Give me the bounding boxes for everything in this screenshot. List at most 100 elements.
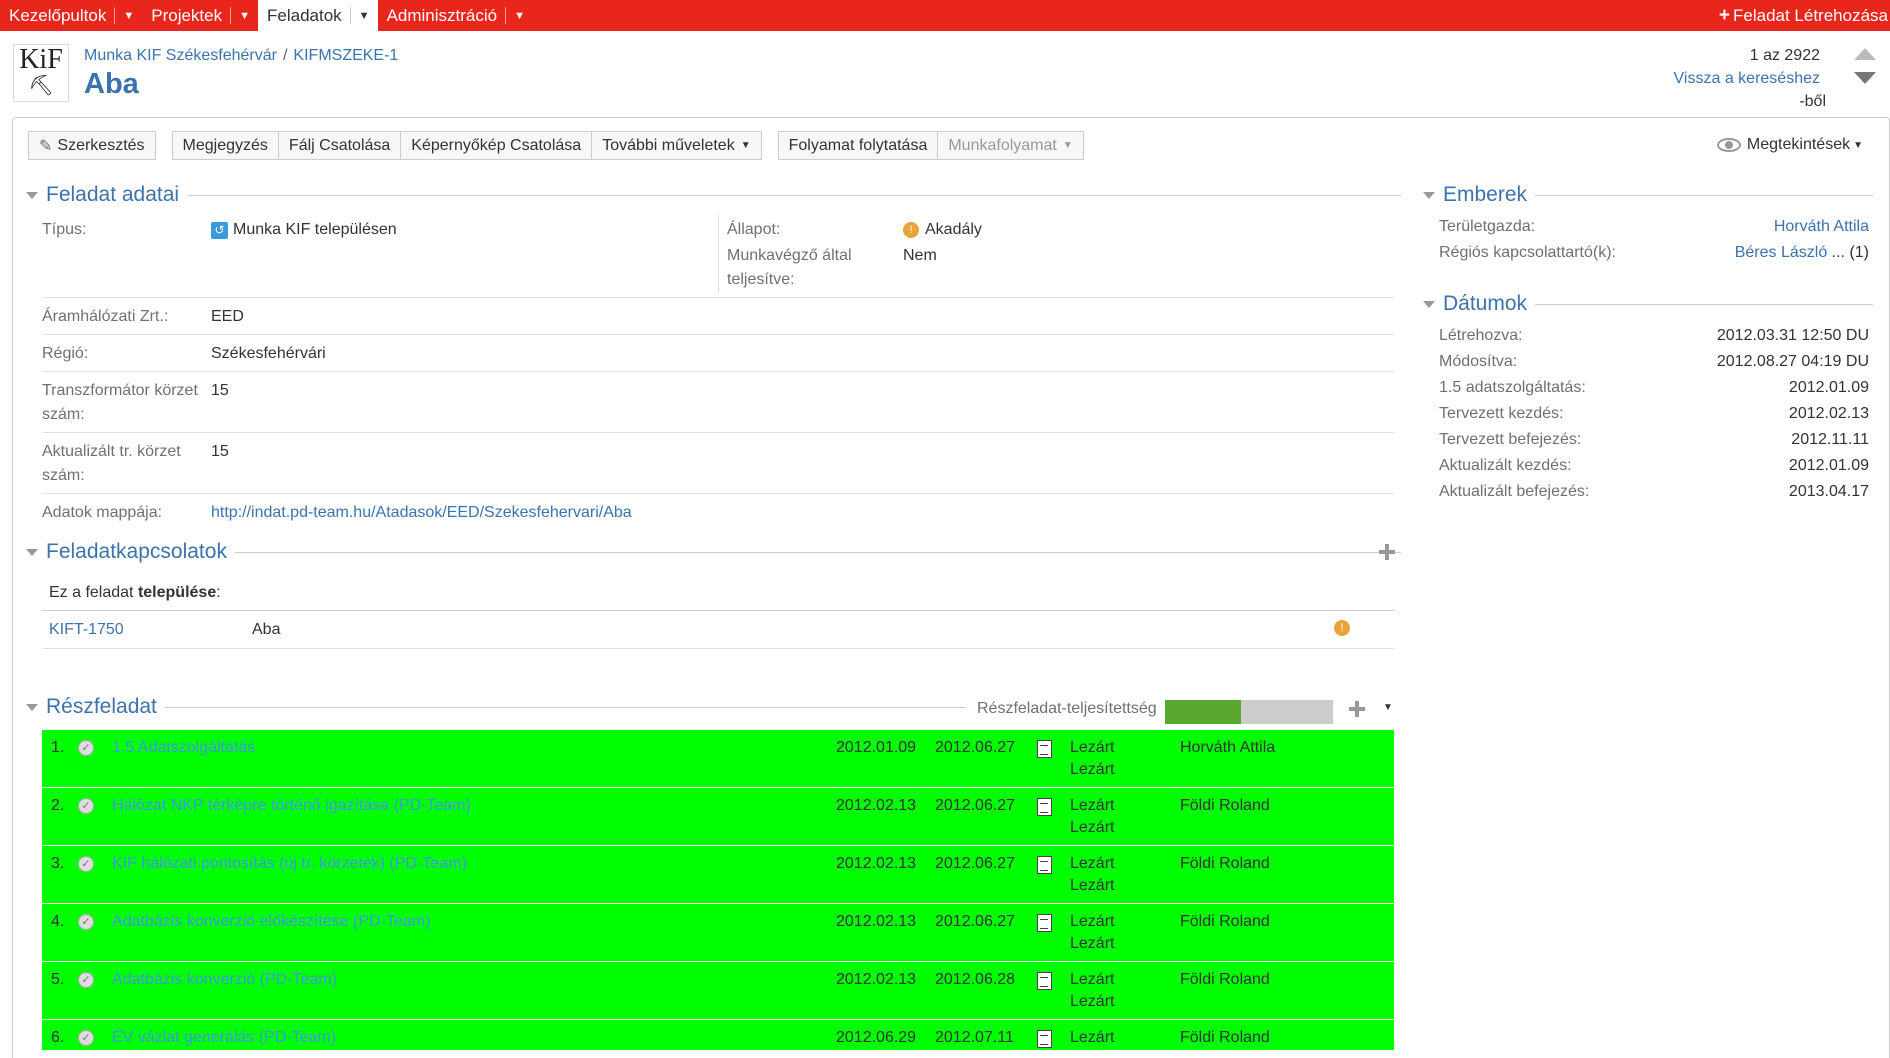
subtask-end-date: 2012.07.11 bbox=[935, 1029, 1014, 1046]
page-title: Aba bbox=[84, 68, 139, 100]
project-avatar[interactable]: KiF ⛏ bbox=[13, 44, 69, 102]
nav-admin[interactable]: Adminisztráció ▼ bbox=[378, 0, 533, 31]
progress-workflow-button[interactable]: Folyamat folytatása bbox=[777, 131, 939, 160]
attach-screenshot-button[interactable]: Képernyőkép Csatolása bbox=[401, 131, 593, 160]
subtask-progress-label: Részfeladat-teljesítettség bbox=[977, 700, 1157, 717]
breadcrumb-issue-key[interactable]: KIFMSZEKE-1 bbox=[293, 47, 398, 64]
date-value: 2012.01.09 bbox=[1788, 457, 1869, 474]
subtask-summary-link[interactable]: Hálózat NKP térképre történő igazítása (… bbox=[112, 797, 471, 815]
collapse-icon bbox=[1423, 300, 1435, 308]
status-label: Állapot: bbox=[727, 221, 781, 238]
date-label: Tervezett kezdés: bbox=[1439, 405, 1564, 422]
regional-contact-extra[interactable]: ... (1) bbox=[1827, 244, 1869, 261]
resolved-check-icon: ✓ bbox=[78, 856, 94, 872]
links-section-heading[interactable]: Feladatkapcsolatok bbox=[26, 540, 1401, 564]
regional-contact-value: Béres László ... (1) bbox=[1735, 244, 1869, 262]
chevron-down-icon: ▼ bbox=[1853, 139, 1863, 151]
divider bbox=[42, 432, 1394, 433]
subtask-number: 2. bbox=[51, 797, 65, 814]
date-label: Aktualizált kezdés: bbox=[1439, 457, 1572, 474]
region-label: Régió: bbox=[42, 345, 89, 362]
pencil-icon: ✎ bbox=[39, 137, 53, 155]
chevron-down-icon: ▼ bbox=[1062, 140, 1073, 151]
subtask-resolution: Lezárt bbox=[1070, 819, 1115, 836]
back-to-search-link[interactable]: Vissza a kereséshez bbox=[1674, 70, 1820, 88]
linked-issue-key[interactable]: KIFT-1750 bbox=[49, 618, 124, 642]
updated-transformer-label: Aktualizált tr. körzet szám: bbox=[42, 440, 181, 488]
date-label: Aktualizált befejezés: bbox=[1439, 483, 1590, 500]
worker-icon: ⛏ bbox=[28, 75, 54, 97]
area-owner-value[interactable]: Horváth Attila bbox=[1774, 218, 1869, 236]
divider bbox=[42, 493, 1394, 494]
date-value: 2012.11.11 bbox=[1791, 431, 1869, 448]
subtask-resolution: Lezárt bbox=[1070, 761, 1115, 778]
nav-dashboards[interactable]: Kezelőpultok ▼ bbox=[0, 0, 142, 31]
more-actions-label: További műveletek bbox=[602, 136, 735, 154]
subtask-assignee: Horváth Attila bbox=[1180, 739, 1276, 756]
relation-suffix: : bbox=[216, 584, 221, 601]
date-label: Módosítva: bbox=[1439, 353, 1518, 370]
people-row: Területgazda: Horváth Attila bbox=[1439, 218, 1869, 236]
nav-issues-label: Feladatok bbox=[267, 5, 342, 25]
status-blocked-icon: ! bbox=[903, 222, 919, 238]
people-section-heading[interactable]: Emberek bbox=[1423, 183, 1873, 207]
add-subtask-icon[interactable] bbox=[1348, 700, 1366, 718]
subtask-summary-link[interactable]: Adatbázis konverzió (PD-Team) bbox=[112, 971, 337, 989]
document-icon bbox=[1037, 1030, 1052, 1048]
nav-issues[interactable]: Feladatok ▼ bbox=[258, 0, 378, 31]
attach-file-button[interactable]: Fálj Csatolása bbox=[278, 131, 402, 160]
subtask-progress-done bbox=[1165, 700, 1241, 724]
previous-arrow-icon[interactable] bbox=[1854, 48, 1876, 60]
workflow-button[interactable]: Munkafolyamat ▼ bbox=[938, 131, 1084, 160]
subtask-summary-link[interactable]: ÉV vázlat generálás (PD-Team) bbox=[112, 1029, 336, 1047]
add-link-icon[interactable] bbox=[1378, 543, 1396, 561]
edit-button[interactable]: ✎ Szerkesztés bbox=[28, 131, 156, 160]
subtask-summary-link[interactable]: KIF hálózati pontosítás (új tr. körzetek… bbox=[112, 855, 467, 873]
subtasks-section-heading[interactable]: Részfeladat bbox=[26, 695, 966, 719]
subtask-start-date: 2012.02.13 bbox=[836, 971, 917, 988]
chevron-down-icon[interactable]: ▼ bbox=[1383, 702, 1393, 713]
subtask-start-date: 2012.02.13 bbox=[836, 913, 917, 930]
updated-transformer-value: 15 bbox=[211, 443, 229, 460]
next-arrow-icon[interactable] bbox=[1854, 72, 1876, 84]
subtask-number: 6. bbox=[51, 1029, 65, 1046]
chevron-down-icon[interactable]: ▼ bbox=[351, 10, 378, 22]
transformer-label-2: szám: bbox=[42, 406, 85, 423]
table-row: 2. ✓ Hálózat NKP térképre történő igazít… bbox=[42, 788, 1394, 845]
details-section-heading[interactable]: Feladat adatai bbox=[26, 183, 1401, 207]
date-label: 1.5 adatszolgáltatás: bbox=[1439, 379, 1586, 396]
workflow-label: Munkafolyamat bbox=[948, 136, 1057, 154]
data-folder-link[interactable]: http://indat.pd-team.hu/Atadasok/EED/Sze… bbox=[211, 501, 632, 525]
type-label: Típus: bbox=[42, 221, 87, 238]
regional-contact-link[interactable]: Béres László bbox=[1735, 244, 1828, 261]
subtask-summary-link[interactable]: 1.5 Adatszolgáltatás bbox=[112, 739, 255, 757]
task-type-icon: ↺ bbox=[211, 221, 228, 239]
document-icon bbox=[1037, 740, 1052, 758]
dates-section-heading[interactable]: Dátumok bbox=[1423, 292, 1873, 316]
chevron-down-icon[interactable]: ▼ bbox=[506, 10, 533, 22]
date-row: Tervezett kezdés: 2012.02.13 bbox=[1439, 405, 1869, 423]
breadcrumb-project[interactable]: Munka KIF Székesfehérvár bbox=[84, 47, 277, 64]
status-value: ! Akadály bbox=[903, 218, 982, 242]
subtask-start-date: 2012.02.13 bbox=[836, 797, 917, 814]
date-value: 2012.01.09 bbox=[1788, 379, 1869, 396]
chevron-down-icon[interactable]: ▼ bbox=[115, 10, 142, 22]
subtask-status: Lezárt bbox=[1070, 971, 1115, 988]
date-row: Módosítva: 2012.08.27 04:19 DU bbox=[1439, 353, 1869, 371]
details-heading: Feladat adatai bbox=[46, 183, 180, 206]
regional-contact-label: Régiós kapcsolattartó(k): bbox=[1439, 244, 1616, 261]
subtask-number: 1. bbox=[51, 739, 65, 756]
views-button[interactable]: Megtekintések ▼ bbox=[1716, 136, 1863, 154]
subtask-summary-link[interactable]: Adatbázis konverzió előkészítése (PD-Tea… bbox=[112, 913, 430, 931]
divider bbox=[187, 194, 1401, 196]
chevron-down-icon[interactable]: ▼ bbox=[231, 10, 258, 22]
more-actions-button[interactable]: További műveletek ▼ bbox=[592, 131, 762, 160]
date-label: Létrehozva: bbox=[1439, 327, 1523, 344]
transformer-label: Transzformátor körzet szám: bbox=[42, 379, 198, 427]
date-row: Tervezett befejezés: 2012.11.11 bbox=[1439, 431, 1869, 449]
comment-button[interactable]: Megjegyzés bbox=[171, 131, 279, 160]
subtask-assignee: Földi Roland bbox=[1180, 855, 1270, 872]
transformer-value: 15 bbox=[211, 382, 229, 399]
create-issue-button[interactable]: + Feladat Létrehozása bbox=[1719, 0, 1890, 31]
nav-projects[interactable]: Projektek ▼ bbox=[142, 0, 258, 31]
